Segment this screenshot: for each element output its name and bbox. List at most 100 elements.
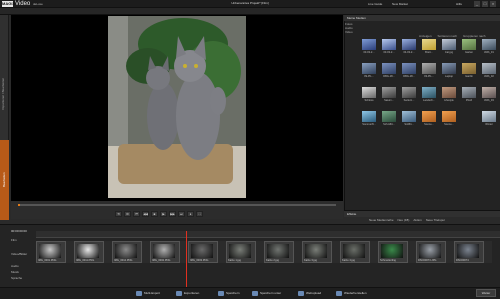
view-dropdown[interactable]: Anzeigen — [419, 34, 432, 38]
restore-button[interactable]: Wiederherstellen — [336, 289, 367, 297]
group-dropdown[interactable]: Gruppieren nach — [463, 34, 485, 38]
web-upload-button[interactable]: Webupload — [298, 289, 321, 297]
timeline-clip[interactable]: IMG_0003.PNG — [188, 241, 218, 263]
media-thumbnail[interactable]: Sonne... — [439, 111, 459, 130]
thumbnail-image — [402, 39, 416, 50]
multi-export-button[interactable]: Multi-Export — [136, 289, 160, 297]
transition-slot[interactable] — [142, 241, 150, 263]
next-icon[interactable]: ⏭ — [178, 211, 185, 217]
save-button[interactable]: Speichern — [218, 289, 240, 297]
tab-edit[interactable]: Bearbeiten — [0, 140, 9, 220]
transition-slot[interactable] — [256, 241, 264, 263]
new-market-button[interactable]: New Market — [392, 1, 408, 7]
media-thumbnail[interactable]: Cat.jpg — [439, 39, 459, 58]
timeline-clip[interactable]: Katze 4.jpg — [340, 241, 370, 263]
record-icon[interactable]: ● — [187, 211, 194, 217]
position-handle[interactable] — [18, 204, 20, 206]
clip-label: Schmetterling — [380, 259, 396, 262]
stop-icon[interactable]: ■ — [151, 211, 158, 217]
next-button[interactable]: Weiter — [476, 289, 496, 297]
settings-icon[interactable]: ⚙ — [124, 211, 131, 217]
media-thumbnail[interactable]: Sarturn... — [399, 87, 419, 106]
media-thumbnail[interactable]: Sch-Mitt... — [379, 111, 399, 130]
media-thumbnail[interactable]: Wdb_02 — [479, 63, 499, 82]
timeline-clip[interactable]: Katze 1.jpg — [226, 241, 256, 263]
clip-thumbnail — [229, 244, 251, 258]
timeline-clip[interactable]: IMG_0011.PNG — [74, 241, 104, 263]
save-as-button[interactable]: Speichern unter — [252, 289, 281, 297]
play-icon[interactable]: ▶ — [160, 211, 167, 217]
timeline-clip[interactable]: Schmetterling — [378, 241, 408, 263]
effects-bar[interactable]: Effekte — [344, 210, 500, 217]
transition-slot[interactable] — [446, 241, 454, 263]
media-thumbnail[interactable]: Pferd — [459, 87, 479, 106]
previous-icon[interactable]: ⏮ — [133, 211, 140, 217]
sort-dropdown[interactable]: Sortieren nach — [438, 34, 458, 38]
new-media-row-button[interactable]: Neue Medienreihe — [369, 217, 394, 224]
timeline-clip[interactable]: DSC00073.JPG — [416, 241, 446, 263]
media-thumbnail[interactable]: 04-03-2... — [399, 39, 419, 58]
media-thumbnail[interactable]: DBG-18... — [399, 63, 419, 82]
help-menu[interactable]: Hilfe — [456, 1, 462, 7]
fullscreen-icon[interactable]: ⛶ — [196, 211, 203, 217]
thumbnail-label: DBG-18... — [403, 75, 415, 78]
media-thumbnail[interactable]: Laptop — [439, 63, 459, 82]
media-thumbnail[interactable]: 09-05-... — [359, 63, 379, 82]
media-thumbnail[interactable] — [459, 111, 479, 130]
transition-slot[interactable] — [104, 241, 112, 263]
media-thumbnail[interactable]: Lifestyle — [439, 87, 459, 106]
live-guide-button[interactable]: Live Guide — [368, 1, 382, 7]
transition-slot[interactable] — [370, 241, 378, 263]
media-thumbnail[interactable]: 03-03-2... — [359, 39, 379, 58]
media-thumbnail[interactable]: Sommer8... — [359, 111, 379, 130]
playhead[interactable] — [186, 231, 187, 287]
clip-thumbnail — [153, 244, 175, 258]
timeline-clip[interactable]: Katze 3.jpg — [302, 241, 332, 263]
transition-slot[interactable] — [408, 241, 416, 263]
transition-slot[interactable] — [66, 241, 74, 263]
transition-slot[interactable] — [484, 241, 492, 263]
timeline-clip[interactable]: IMG_0012.PNG — [112, 241, 142, 263]
media-thumbnail[interactable]: DBG-18... — [379, 63, 399, 82]
tab-import[interactable]: Importieren / Bearbeiten — [1, 70, 8, 110]
thumbnail-image — [402, 87, 416, 98]
transition-slot[interactable] — [294, 241, 302, 263]
media-thumbnail[interactable]: Saturn... — [379, 87, 399, 106]
export-icon — [136, 290, 142, 296]
clip-label: DSC00073.JPG — [418, 259, 437, 262]
media-thumbnail[interactable]: Sonne... — [419, 111, 439, 130]
time-ruler[interactable] — [36, 231, 500, 238]
timeline-clip[interactable]: IMG_0002.PNG — [150, 241, 180, 263]
media-thumbnail[interactable]: Landsch... — [419, 87, 439, 106]
maximize-button[interactable]: □ — [482, 1, 488, 7]
position-slider[interactable] — [18, 204, 336, 206]
media-thumbnail[interactable]: 03-05-... — [419, 63, 439, 82]
media-thumbnail[interactable]: Garten — [459, 39, 479, 58]
tree-item[interactable]: Video — [345, 30, 358, 34]
upload-icon — [298, 290, 304, 296]
media-thumbnail[interactable]: Winter — [479, 111, 499, 130]
media-thumbnail[interactable]: Sd-Bit... — [399, 111, 419, 130]
loop-icon[interactable]: ⟲ — [115, 211, 122, 217]
timeline-clip[interactable]: IMG_0001.PNG — [36, 241, 66, 263]
forward-icon[interactable]: ▶▶ — [169, 211, 176, 217]
media-thumbnail[interactable]: Schloss — [359, 87, 379, 106]
media-thumbnail[interactable]: Brett... — [419, 39, 439, 58]
media-thumbnail[interactable]: Gardin — [459, 63, 479, 82]
media-thumbnail[interactable]: Wdb_03 — [479, 87, 499, 106]
timeline-clip[interactable]: Katze 2.jpg — [264, 241, 294, 263]
new-button[interactable]: Neu (F8) — [398, 217, 410, 224]
action-button[interactable]: Aktion — [413, 217, 421, 224]
rewind-icon[interactable]: ◀◀ — [142, 211, 149, 217]
media-thumbnail[interactable]: Wdb_01 — [479, 39, 499, 58]
media-thumbnail[interactable]: 03-03-2... — [379, 39, 399, 58]
transition-slot[interactable] — [218, 241, 226, 263]
new-title-track-button[interactable]: Neue Titelspur — [426, 217, 445, 224]
minimize-button[interactable]: _ — [474, 1, 480, 7]
clip-thumbnail — [267, 244, 289, 258]
close-button[interactable]: × — [490, 1, 496, 7]
export-button[interactable]: Exportieren — [176, 289, 199, 297]
clip-thumbnail — [77, 244, 99, 258]
transition-slot[interactable] — [332, 241, 340, 263]
timeline-clip[interactable]: DSC00074 — [454, 241, 484, 263]
